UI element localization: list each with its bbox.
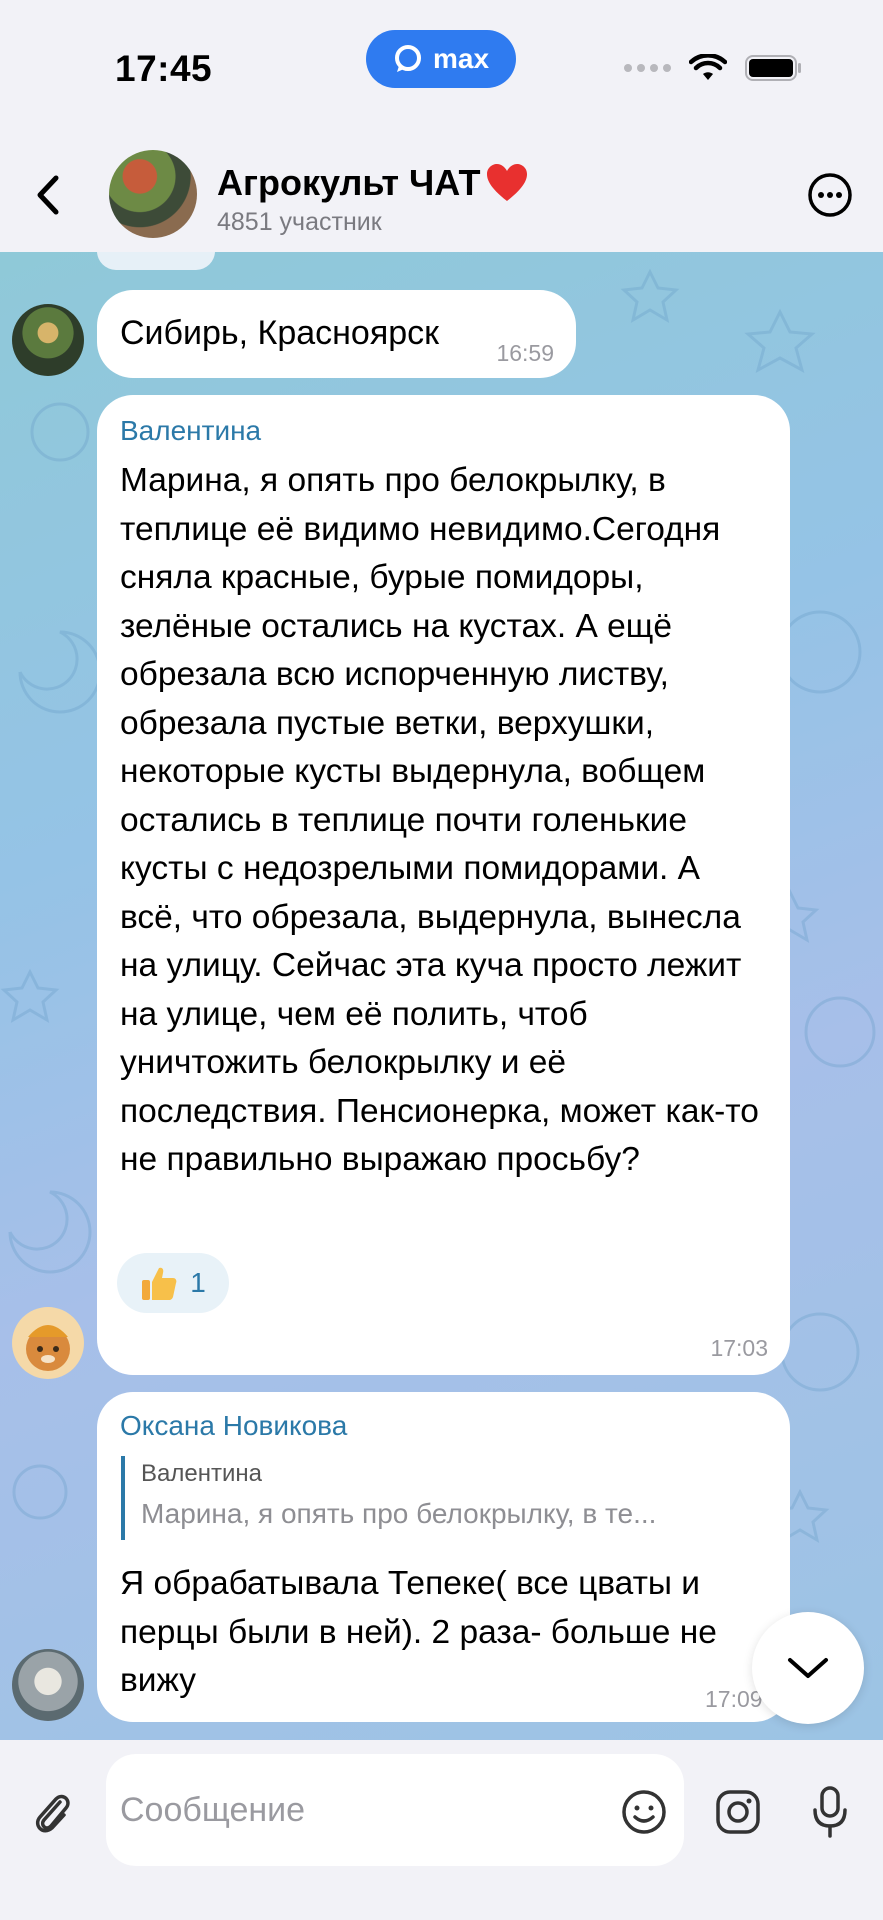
emoji-icon[interactable] bbox=[620, 1788, 668, 1836]
more-icon[interactable] bbox=[807, 172, 853, 218]
chat-avatar[interactable] bbox=[109, 150, 197, 238]
message-bubble[interactable]: Сибирь, Красноярск 16:59 bbox=[97, 290, 576, 378]
chat-title-row[interactable]: Агрокульт ЧАТ bbox=[217, 162, 529, 204]
chat-member-count: 4851 участник bbox=[217, 208, 382, 236]
message-time: 17:09 bbox=[705, 1686, 763, 1712]
brand-pill: max bbox=[366, 30, 516, 88]
paperclip-icon[interactable] bbox=[30, 1788, 74, 1838]
microphone-icon[interactable] bbox=[810, 1784, 850, 1840]
reply-quote[interactable]: Валентина Марина, я опять про белокрылку… bbox=[121, 1456, 751, 1540]
message-time: 17:03 bbox=[710, 1335, 768, 1361]
battery-icon bbox=[745, 55, 801, 81]
avatar[interactable] bbox=[12, 1649, 84, 1721]
message-time: 16:59 bbox=[496, 340, 554, 366]
scroll-down-button[interactable] bbox=[752, 1612, 864, 1724]
message-bubble[interactable]: Оксана Новикова Валентина Марина, я опят… bbox=[97, 1392, 790, 1722]
sender-name[interactable]: Валентина bbox=[120, 415, 261, 447]
status-time: 17:45 bbox=[115, 48, 213, 89]
brand-label: max bbox=[432, 43, 490, 74]
reply-text: Марина, я опять про белокрылку, в те... bbox=[141, 1498, 657, 1529]
thumbs-up-icon bbox=[142, 1267, 177, 1300]
message-text: Сибирь, Красноярск bbox=[120, 314, 440, 352]
previous-reaction[interactable] bbox=[97, 252, 215, 270]
sender-name[interactable]: Оксана Новикова bbox=[120, 1410, 347, 1442]
reaction-chip[interactable]: 1 bbox=[117, 1253, 229, 1313]
avatar[interactable] bbox=[12, 1307, 84, 1379]
message-input[interactable] bbox=[106, 1754, 684, 1866]
back-arrow-icon[interactable] bbox=[28, 170, 68, 220]
chevron-down-icon bbox=[788, 1658, 828, 1678]
heart-icon bbox=[486, 164, 527, 201]
status-bar: 17:45 max bbox=[0, 0, 883, 140]
chat-header: Агрокульт ЧАТ 4851 участник bbox=[0, 140, 883, 252]
message-text: Я обрабатывала Тепеке( все цваты и перцы… bbox=[120, 1565, 717, 1699]
status-icons bbox=[624, 54, 803, 82]
message-text: Марина, я опять про белокрылку, в теплиц… bbox=[120, 462, 759, 1178]
avatar[interactable] bbox=[12, 304, 84, 376]
chat-title: Агрокульт ЧАТ bbox=[217, 162, 481, 203]
brand-logo-icon bbox=[394, 45, 421, 72]
chat-area[interactable]: Сибирь, Красноярск 16:59 Валентина Марин… bbox=[0, 252, 883, 1740]
reply-sender: Валентина bbox=[141, 1460, 262, 1487]
hamster-avatar-icon bbox=[26, 1325, 70, 1371]
message-bubble[interactable]: Валентина Марина, я опять про белокрылку… bbox=[97, 395, 790, 1375]
reaction-count: 1 bbox=[190, 1267, 206, 1298]
camera-icon[interactable] bbox=[714, 1788, 762, 1836]
signal-dots-icon bbox=[624, 64, 671, 72]
wifi-icon bbox=[689, 54, 727, 80]
message-composer bbox=[0, 1740, 883, 1920]
